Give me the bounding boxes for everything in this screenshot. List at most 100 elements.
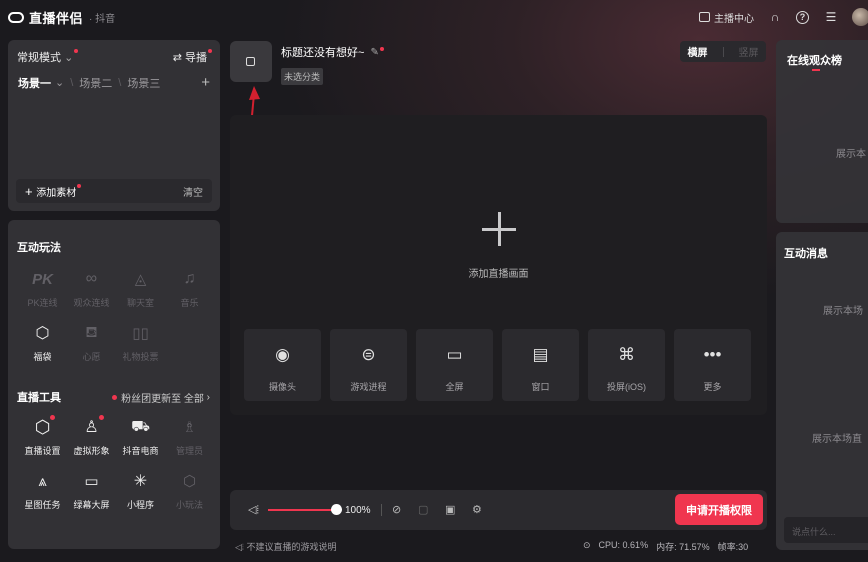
mode-selector[interactable]: 常规模式 ⌄ [17,49,79,65]
source-camera[interactable]: ◉ 摄像头 [244,329,321,401]
title-bar: 直播伴侣 · 抖音 主播中心 ∩ ? ☰ [0,0,868,34]
settings-icon: ⬡ [35,415,56,438]
source-camera-label: 摄像头 [268,382,296,392]
green-screen-icon: ▭ [84,473,99,490]
avatar-badge [98,415,104,420]
source-ios-cast[interactable]: ⌘ 投屏(iOS) [588,329,665,401]
ecommerce-item[interactable]: ⛟ 抖音电商 [116,416,165,470]
scene-tab-3[interactable]: 场景三 [127,75,160,91]
camera-toggle-icon[interactable]: ▢ [418,503,428,516]
audience-title[interactable]: 在线观众榜 [787,52,842,68]
cover-edit-button[interactable] [230,41,272,82]
ecommerce-label: 抖音电商 [122,446,159,456]
mode-label: 常规模式 [17,52,61,64]
edit-icon [246,57,255,66]
scene-tab-1[interactable]: 场景一 [18,75,51,91]
star-task-item[interactable]: ⩓ 星图任务 [18,470,67,524]
audience-link-item[interactable]: ∞ 观众连线 [67,268,116,322]
add-screen-label: 添加直播画面 [468,269,529,280]
fans-update-link[interactable]: 粉丝团更新至 全部 › [112,390,210,405]
audience-panel: 在线观众榜 展示本 [776,40,868,223]
user-avatar[interactable] [852,8,868,26]
performance-icon: ⊙ [583,540,591,550]
all-link[interactable]: 全部 [184,390,204,405]
music-icon: ♫ [183,270,196,287]
tab-separator: \ [118,76,122,89]
source-options: ◉ 摄像头 ⊜ 游戏进程 ▭ 全屏 ▤ 窗口 ⌘ 投屏(iOS) ••• 更多 [244,329,760,401]
clear-button[interactable]: 清空 [183,184,203,199]
preview-canvas: 添加直播画面 ◉ 摄像头 ⊜ 游戏进程 ▭ 全屏 ▤ 窗口 ⌘ 投屏(iOS) [230,115,767,415]
link-icon: ∞ [85,270,98,287]
lucky-bag-icon: ⬡ [35,325,50,342]
stream-title[interactable]: 标题还没有想好~ ✎ [281,44,384,60]
headset-icon[interactable]: ∩ [768,10,782,24]
scene-tab-2[interactable]: 场景二 [79,75,112,91]
chatroom-label: 聊天室 [126,298,154,308]
anchor-center-button[interactable]: 主播中心 [699,10,754,25]
mini-game-item[interactable]: ⬡ 小玩法 [165,470,214,524]
apply-live-permission-button[interactable]: 申请开播权限 [675,494,763,525]
platform-label: · 抖音 [89,13,116,25]
gift-vote-item[interactable]: ▯▯ 礼物投票 [116,322,165,376]
chevron-down-icon: ⌄ [64,52,74,64]
chevron-down-icon[interactable]: ⌄ [55,76,64,89]
portrait-option[interactable]: 竖屏 [739,44,759,59]
source-window[interactable]: ▤ 窗口 [502,329,579,401]
virtual-avatar-label: 虚拟形象 [73,446,110,456]
audience-empty-text: 展示本 [836,149,866,160]
green-screen-item[interactable]: ▭ 绿幕大屏 [67,470,116,524]
music-label: 音乐 [180,298,199,308]
fans-update-label: 粉丝团更新至 [121,394,182,405]
landscape-option[interactable]: 横屏 [688,44,708,59]
category-tag[interactable]: 未选分类 [281,68,324,85]
video-icon[interactable]: ▣ [445,503,455,516]
chatroom-item[interactable]: ◬ 聊天室 [116,268,165,322]
app-window: 直播伴侣 · 抖音 主播中心 ∩ ? ☰ 常规模式 ⌄ ⇄ 导播 场景一 ⌄ \… [0,0,868,562]
add-material-button[interactable]: + 添加素材 [25,183,82,199]
performance-status: ⊙ CPU: 0.61% 内存: 71.57% 帧率:30 [583,540,756,553]
guide-button[interactable]: ⇄ 导播 [173,49,212,65]
toggle-divider [722,46,724,57]
wish-label: 心愿 [82,352,101,362]
speaker-icon[interactable]: ◁⦙ [248,503,259,517]
camera-icon: ◉ [275,345,290,364]
source-game[interactable]: ⊜ 游戏进程 [330,329,407,401]
chatroom-icon: ◬ [134,271,147,288]
pencil-icon[interactable]: ✎ [370,47,378,58]
help-button[interactable]: ? [796,10,810,24]
pk-link-item[interactable]: PK PK连线 [18,268,67,322]
source-more[interactable]: ••• 更多 [674,329,751,401]
source-fullscreen-label: 全屏 [445,382,464,392]
wish-item[interactable]: ⛾ 心愿 [67,322,116,376]
music-item[interactable]: ♫ 音乐 [165,268,214,322]
star-task-icon: ⩓ [38,472,47,490]
volume-slider-handle[interactable] [331,504,342,515]
source-fullscreen[interactable]: ▭ 全屏 [416,329,493,401]
mic-icon[interactable]: ⊘ [392,503,401,516]
interactive-title: 互动玩法 [17,242,61,254]
message-input[interactable]: 说点什么... [784,517,868,543]
messages-empty-text-2: 展示本场直 [812,434,862,445]
divider [381,504,382,516]
wish-icon: ⛾ [85,323,98,341]
add-scene-icon[interactable]: + [201,74,210,91]
pk-link-label: PK连线 [27,298,58,308]
admin-item[interactable]: ♗ 管理员 [165,416,214,470]
source-game-label: 游戏进程 [350,382,387,392]
live-settings-item[interactable]: ⬡ 直播设置 [18,415,67,470]
scene-tabs: 场景一 ⌄ \ 场景二 \ 场景三 + [18,74,210,91]
volume-slider[interactable] [268,509,336,511]
gear-icon[interactable]: ⚙ [472,503,482,516]
anchor-center-label: 主播中心 [714,13,754,25]
virtual-avatar-item[interactable]: ♙ 虚拟形象 [67,415,116,470]
mini-program-item[interactable]: ✳ 小程序 [116,470,165,524]
brand: 直播伴侣 · 抖音 [8,8,115,27]
add-screen-icon[interactable] [482,212,516,246]
cpu-usage: CPU: 0.61% [598,540,649,550]
source-window-label: 窗口 [531,382,550,392]
settings-badge [50,415,56,420]
lucky-bag-item[interactable]: ⬡ 福袋 [18,322,67,376]
menu-icon[interactable]: ☰ [824,10,838,24]
game-warning-link[interactable]: ◁⦙ 不建议直播的游戏说明 [235,540,336,553]
mini-program-label: 小程序 [126,500,154,510]
